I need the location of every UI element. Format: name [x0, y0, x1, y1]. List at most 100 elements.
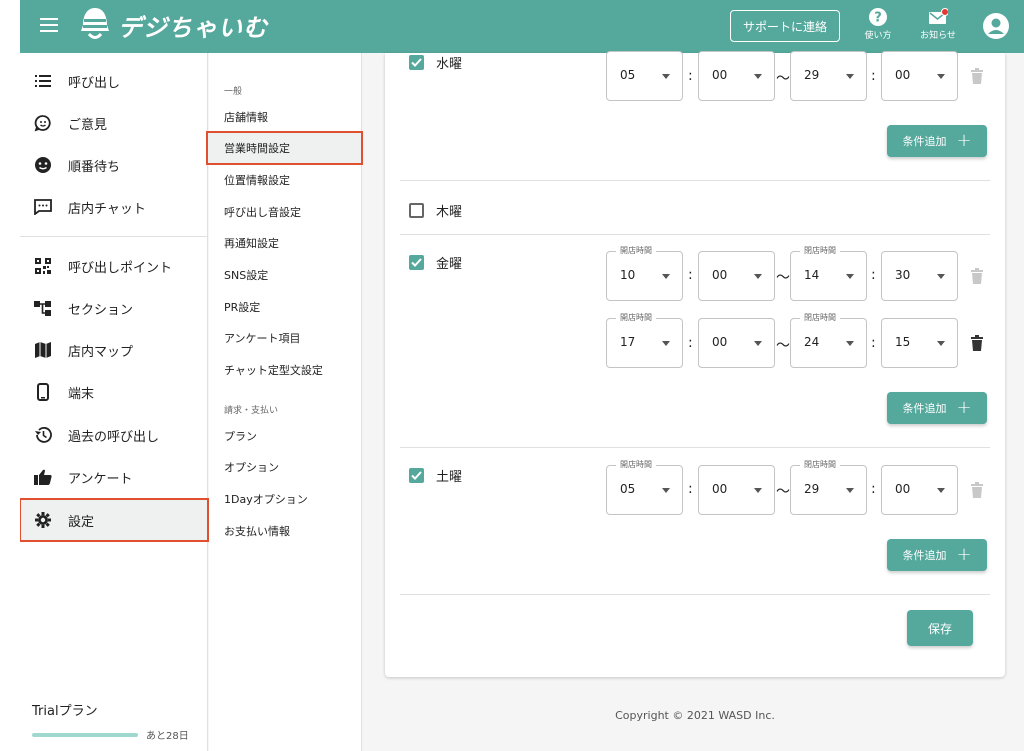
close-minute-select[interactable]: 30 [881, 251, 958, 301]
close-hour-select[interactable]: 閉店時間 24 [790, 312, 867, 368]
billing-heading: 請求・支払い [224, 406, 279, 416]
close-hour-select[interactable]: 閉店時間 14 [790, 245, 867, 301]
sidebar-item-history[interactable]: 過去の呼び出し [20, 414, 208, 456]
dropdown-arrow-icon [754, 488, 762, 493]
add-condition-button[interactable]: 条件追加 + [887, 125, 987, 157]
main-sidebar: 呼び出し ご意見 順番待ち 店内チャット 呼び出しポイント セクション 店内マッ… [20, 53, 209, 751]
dropdown-arrow-icon [937, 488, 945, 493]
account-avatar-icon[interactable] [983, 13, 1009, 39]
hamburger-menu-icon[interactable] [40, 18, 58, 32]
sidebar-item-survey[interactable]: アンケート [20, 456, 208, 498]
history-icon [34, 426, 52, 444]
sidebar-item-queue[interactable]: 順番待ち [20, 144, 208, 186]
dropdown-arrow-icon [846, 488, 854, 493]
select-value: 00 [712, 482, 728, 496]
time-range-tilde: 〜 [776, 270, 790, 286]
select-value: 05 [620, 68, 636, 82]
time-colon: : [871, 68, 876, 84]
submenu-item-1day-option[interactable]: 1Dayオプション [209, 483, 362, 515]
add-condition-button[interactable]: 条件追加 + [887, 539, 987, 571]
submenu-item-store-info[interactable]: 店舗情報 [209, 101, 362, 133]
sidebar-item-sections[interactable]: セクション [20, 287, 208, 329]
submenu-item-chat-templates[interactable]: チャット定型文設定 [209, 354, 362, 386]
feedback-icon [34, 114, 52, 132]
day-divider [400, 447, 990, 448]
app-logo[interactable]: デジちゃいむ [78, 5, 268, 45]
app-window: デジちゃいむ サポートに連絡 ? 使い方 お知らせ 呼び出し ご意見 順番待ち … [20, 0, 1024, 751]
select-value: 00 [712, 68, 728, 82]
close-minute-select[interactable]: 15 [881, 318, 958, 368]
settings-submenu: 一般 店舗情報 営業時間設定 位置情報設定 呼び出し音設定 再通知設定 SNS設… [206, 53, 363, 751]
select-value: 24 [804, 335, 820, 349]
submenu-item-payment-info[interactable]: お支払い情報 [209, 515, 362, 547]
submenu-item-survey-items[interactable]: アンケート項目 [209, 322, 362, 354]
open-minute-select[interactable]: 00 [698, 51, 775, 101]
sidebar-item-chat[interactable]: 店内チャット [20, 186, 208, 228]
sidebar-item-devices[interactable]: 端末 [20, 371, 208, 413]
list-icon [34, 72, 52, 90]
checkbox-unchecked-icon[interactable] [409, 203, 424, 218]
sidebar-item-call-points[interactable]: 呼び出しポイント [20, 245, 208, 287]
dropdown-arrow-icon [754, 274, 762, 279]
add-condition-button[interactable]: 条件追加 + [887, 392, 987, 424]
open-hour-select[interactable]: 開店時間 10 [606, 245, 683, 301]
qr-icon [34, 257, 52, 275]
dropdown-arrow-icon [662, 341, 670, 346]
day-toggle-saturday[interactable]: 土曜 [409, 466, 462, 485]
open-hour-select[interactable]: 開店時間 17 [606, 312, 683, 368]
save-button[interactable]: 保存 [907, 610, 973, 646]
help-button[interactable]: ? 使い方 [857, 8, 899, 41]
submenu-item-pr[interactable]: PR設定 [209, 291, 362, 323]
sidebar-item-calls[interactable]: 呼び出し [20, 60, 208, 102]
open-minute-select[interactable]: 00 [698, 251, 775, 301]
top-header: デジちゃいむ サポートに連絡 ? 使い方 お知らせ [20, 0, 1024, 53]
add-condition-label: 条件追加 [902, 135, 947, 148]
day-toggle-friday[interactable]: 金曜 [409, 253, 462, 272]
trash-icon[interactable] [970, 268, 984, 284]
select-value: 17 [620, 335, 636, 349]
svg-text:?: ? [874, 11, 882, 26]
copyright-text: Copyright © 2021 WASD Inc. [615, 709, 775, 722]
day-toggle-wednesday[interactable]: 水曜 [409, 53, 462, 72]
checkbox-checked-icon[interactable] [409, 255, 424, 270]
contact-support-button[interactable]: サポートに連絡 [730, 10, 840, 42]
open-hour-select[interactable]: 05 [606, 51, 683, 101]
submenu-item-plan[interactable]: プラン [209, 420, 362, 452]
submenu-item-location[interactable]: 位置情報設定 [209, 164, 362, 196]
submenu-item-business-hours[interactable]: 営業時間設定 [206, 131, 363, 165]
submenu-item-sns[interactable]: SNS設定 [209, 259, 362, 291]
trash-icon[interactable] [970, 68, 984, 84]
close-hour-select[interactable]: 29 [790, 51, 867, 101]
open-hour-select[interactable]: 開店時間 05 [606, 459, 683, 515]
close-minute-select[interactable]: 00 [881, 51, 958, 101]
sidebar-item-label: 呼び出し [68, 75, 121, 91]
open-minute-select[interactable]: 00 [698, 318, 775, 368]
notice-label: お知らせ [920, 31, 956, 41]
sidebar-item-store-map[interactable]: 店内マップ [20, 329, 208, 371]
day-label: 金曜 [436, 257, 463, 272]
trash-icon[interactable] [970, 482, 984, 498]
time-colon: : [871, 267, 876, 283]
checkbox-checked-icon[interactable] [409, 55, 424, 70]
sidebar-item-feedback[interactable]: ご意見 [20, 102, 208, 144]
checkbox-checked-icon[interactable] [409, 468, 424, 483]
submenu-item-renotify[interactable]: 再通知設定 [209, 227, 362, 259]
notifications-button[interactable]: お知らせ [917, 8, 959, 41]
sidebar-item-label: 端末 [68, 386, 95, 402]
general-heading: 一般 [224, 87, 243, 97]
open-minute-select[interactable]: 00 [698, 465, 775, 515]
sidebar-item-settings[interactable]: 設定 [20, 498, 209, 542]
dropdown-arrow-icon [937, 341, 945, 346]
day-toggle-thursday[interactable]: 木曜 [409, 201, 462, 220]
sidebar-item-label: 順番待ち [68, 159, 121, 175]
day-divider [400, 234, 990, 235]
close-hour-select[interactable]: 閉店時間 29 [790, 459, 867, 515]
submenu-item-call-sound[interactable]: 呼び出し音設定 [209, 196, 362, 228]
close-minute-select[interactable]: 00 [881, 465, 958, 515]
day-label: 木曜 [436, 205, 463, 220]
phone-icon [34, 383, 52, 401]
dropdown-arrow-icon [937, 274, 945, 279]
submenu-item-options[interactable]: オプション [209, 451, 362, 483]
trash-icon[interactable] [970, 335, 984, 351]
sidebar-item-label: 店内チャット [68, 201, 146, 217]
